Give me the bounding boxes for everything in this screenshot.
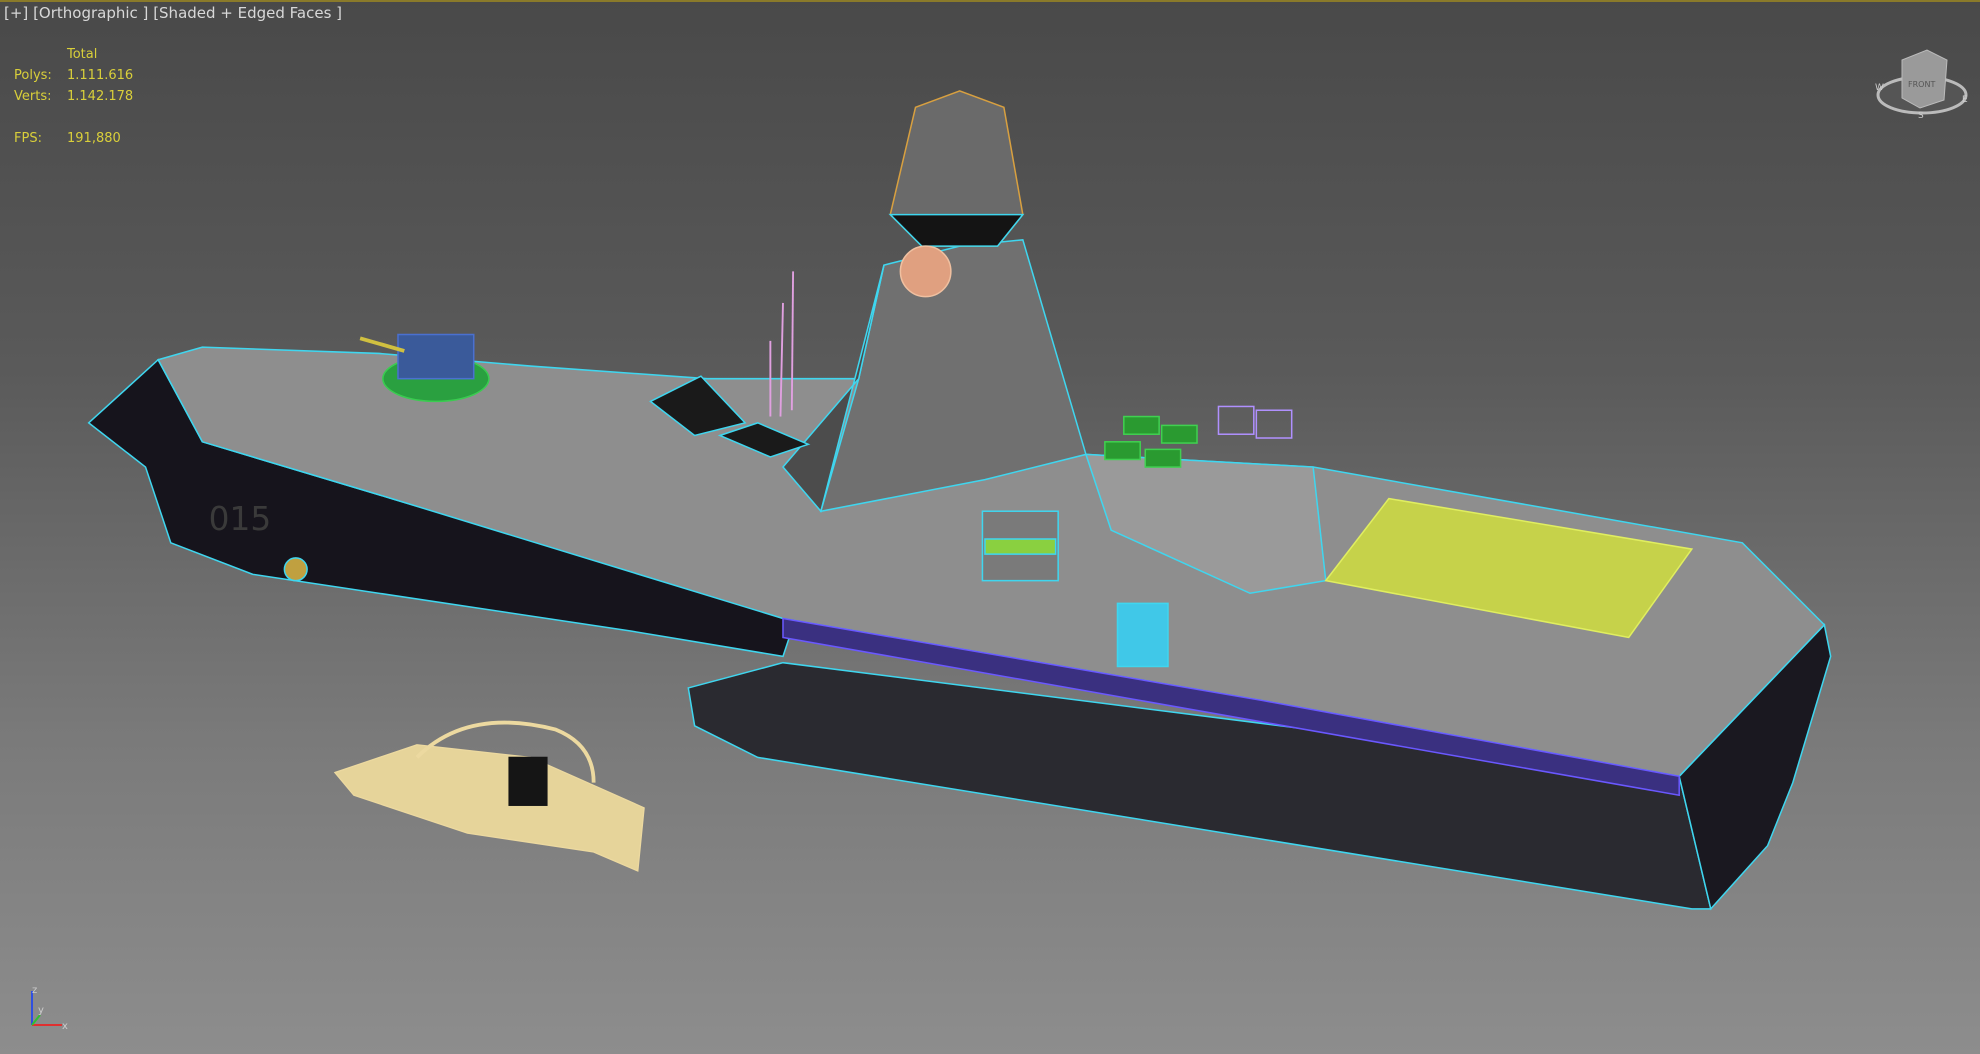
small-boat-model[interactable] <box>333 720 645 872</box>
axis-tripod: z y x <box>31 985 68 1032</box>
viewcube[interactable]: FRONT S E W <box>1872 40 1972 121</box>
hull-number: 015 <box>209 500 272 538</box>
viewcube-front-label[interactable]: FRONT <box>1908 80 1935 89</box>
axis-x-label: x <box>62 1021 68 1032</box>
axis-z-label: z <box>32 985 37 996</box>
gun-turret <box>397 333 475 380</box>
viewcube-cube[interactable] <box>1901 49 1948 109</box>
purple-equipment <box>1217 405 1293 439</box>
compass-s[interactable]: S <box>1918 111 1924 121</box>
viewport-scene[interactable]: 015 <box>0 0 1980 1054</box>
hull-emblem <box>283 557 308 582</box>
radar-dome <box>899 245 952 298</box>
compass-w[interactable]: W <box>1875 83 1884 93</box>
compass-e[interactable]: E <box>1962 95 1968 105</box>
door <box>1116 602 1169 668</box>
window-panel-green <box>984 538 1057 555</box>
axis-y-label: y <box>38 1005 44 1016</box>
